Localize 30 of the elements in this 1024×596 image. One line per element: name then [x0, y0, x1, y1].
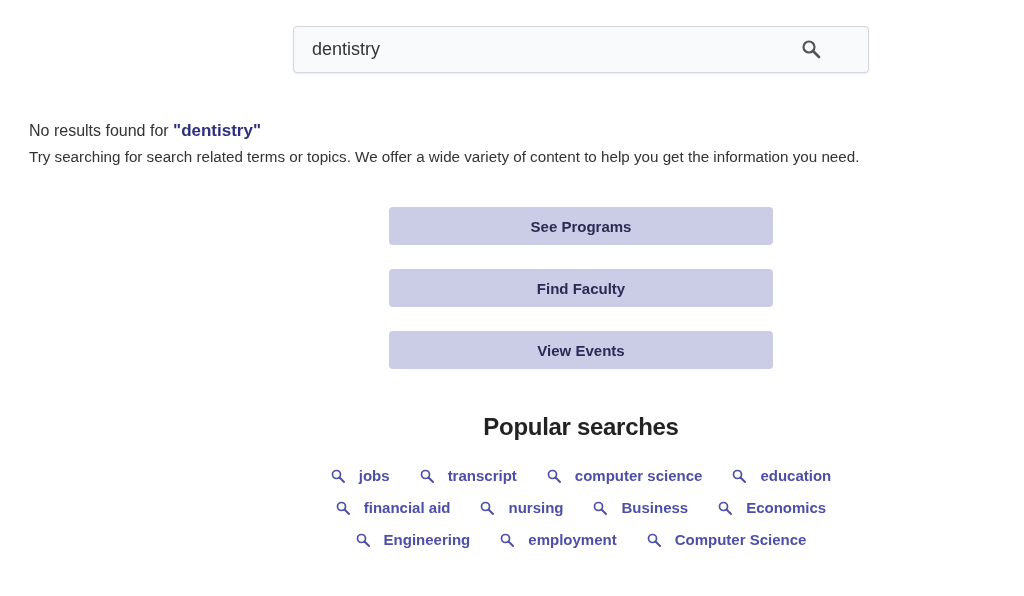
search-icon[interactable] [801, 39, 821, 59]
no-results-message: No results found for "dentistry" [29, 121, 262, 141]
popular-search-link[interactable]: employment [500, 531, 617, 548]
popular-search-link[interactable]: jobs [330, 467, 390, 484]
search-icon [335, 500, 350, 515]
search-icon [480, 500, 495, 515]
popular-search-link[interactable]: Computer Science [646, 531, 807, 548]
search-icon [718, 500, 733, 515]
search-icon [546, 468, 561, 483]
popular-searches-heading: Popular searches [483, 413, 679, 441]
popular-search-link[interactable]: education [732, 467, 832, 484]
search-icon [593, 500, 608, 515]
popular-search-link[interactable]: computer science [546, 467, 703, 484]
action-button[interactable]: View Events [389, 331, 773, 369]
action-button[interactable]: Find Faculty [389, 269, 773, 307]
search-icon [419, 468, 434, 483]
suggestion-text: Try searching for search related terms or topics. We offer a wide variety of content to help you get the information you need. [29, 148, 861, 165]
popular-search-link[interactable]: Economics [718, 499, 827, 516]
search-icon [355, 532, 370, 547]
popular-search-link[interactable]: nursing [480, 499, 564, 516]
popular-search-link[interactable]: Engineering [355, 531, 471, 548]
popular-search-link[interactable]: Business [593, 499, 689, 516]
action-button[interactable]: See Programs [389, 207, 773, 245]
search-field[interactable]: dentistry [293, 26, 869, 73]
popular-search-link[interactable]: transcript [419, 467, 517, 484]
search-icon [330, 468, 345, 483]
search-icon [732, 468, 747, 483]
popular-search-link[interactable]: financial aid [335, 499, 451, 516]
search-icon [646, 532, 661, 547]
search-icon [500, 532, 515, 547]
